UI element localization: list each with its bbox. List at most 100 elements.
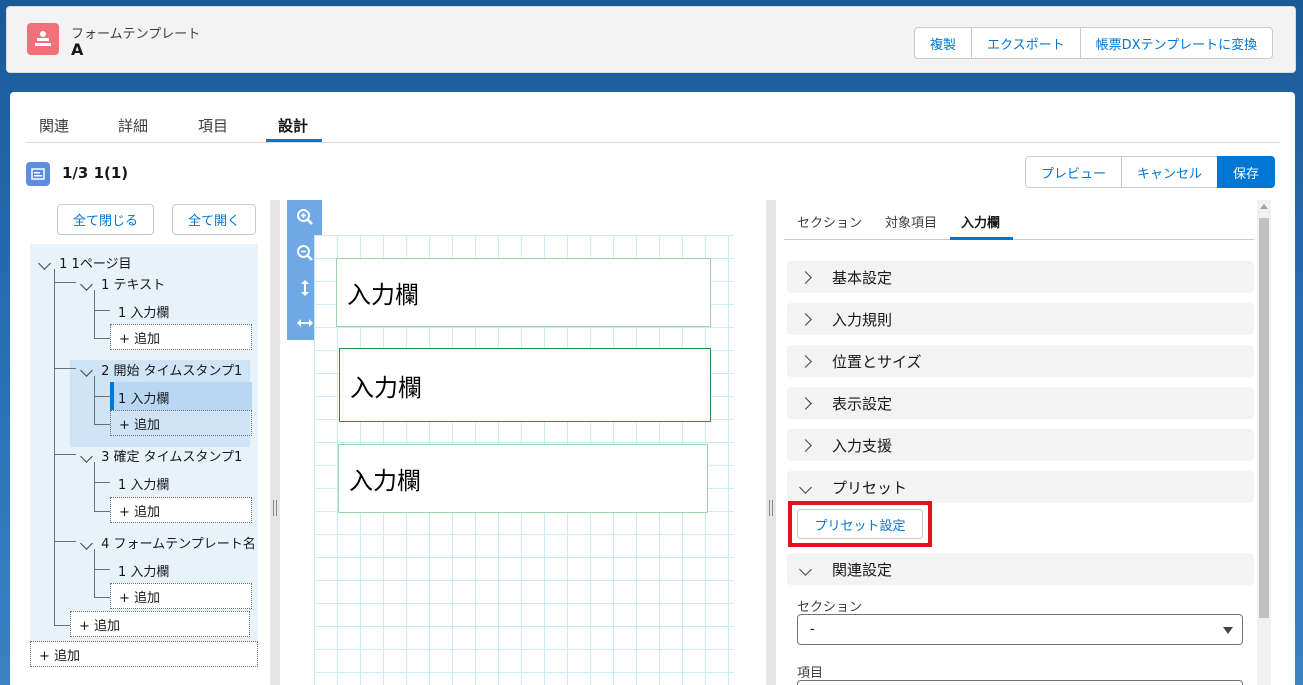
tree-connector xyxy=(54,625,70,626)
section-display-settings[interactable]: 表示設定 xyxy=(787,387,1254,419)
tree-group-node[interactable]: 3 確定 タイムスタンプ1 xyxy=(80,446,242,465)
chevron-down-icon xyxy=(80,537,93,550)
tab-input-field[interactable]: 入力欄 xyxy=(961,212,1000,231)
right-splitter[interactable] xyxy=(766,200,776,685)
scroll-up-icon[interactable] xyxy=(1260,204,1268,209)
record-name: A xyxy=(71,40,84,59)
tree-add-button[interactable]: + 追加 xyxy=(110,497,252,523)
canvas-field[interactable]: 入力欄 xyxy=(336,258,711,327)
record-tabs: 関連 詳細 項目 設計 xyxy=(26,92,1280,143)
chevron-right-icon xyxy=(799,270,812,284)
tree-connector xyxy=(54,282,76,283)
chevron-down-icon xyxy=(799,562,812,576)
preset-settings-button[interactable]: プリセット設定 xyxy=(797,509,923,539)
tab-section[interactable]: セクション xyxy=(797,212,862,231)
tree-connector xyxy=(54,269,55,625)
design-canvas[interactable]: 入力欄 入力欄 入力欄 xyxy=(314,235,734,685)
left-splitter[interactable] xyxy=(270,200,280,685)
tree-connector xyxy=(94,310,110,311)
tree-field-node-selected[interactable]: 1 入力欄 xyxy=(118,388,169,407)
tree-connector xyxy=(94,511,110,512)
tree-add-button[interactable]: + 追加 xyxy=(110,583,252,609)
section-input-assist[interactable]: 入力支援 xyxy=(787,429,1254,461)
canvas-field[interactable]: 入力欄 xyxy=(338,444,708,513)
item-select-label: 項目 xyxy=(797,666,824,681)
active-tab-indicator xyxy=(266,139,322,142)
tab-fields[interactable]: 項目 xyxy=(198,115,228,136)
tree-add-page-button[interactable]: + 追加 xyxy=(30,641,258,667)
tab-detail[interactable]: 詳細 xyxy=(118,115,148,136)
drag-handle-icon xyxy=(769,500,773,516)
record-header: フォームテンプレート A 複製 エクスポート 帳票DXテンプレートに変換 xyxy=(6,6,1296,73)
zoom-out-icon[interactable] xyxy=(296,244,314,262)
expand-all-button[interactable]: 全て開く xyxy=(172,204,257,235)
tree-connector xyxy=(54,541,76,542)
design-title: 1/3 1(1) xyxy=(62,164,129,182)
tree-group-node-selected[interactable]: 2 開始 タイムスタンプ1 xyxy=(80,360,242,379)
cancel-button[interactable]: キャンセル xyxy=(1121,156,1219,188)
tree-connector xyxy=(94,396,110,397)
copy-button[interactable]: 複製 xyxy=(914,27,973,59)
fit-height-icon[interactable] xyxy=(296,279,314,297)
design-actions: プレビュー キャンセル 保存 xyxy=(1025,156,1276,188)
chevron-down-icon xyxy=(799,480,812,494)
tree-connector xyxy=(94,597,110,598)
caret-down-icon xyxy=(1223,627,1233,634)
structure-tree-panel: 全て閉じる 全て開く 1 1ページ目 1 テキスト 1 入力欄 + 追加 2 開… xyxy=(26,200,269,685)
object-label: フォームテンプレート xyxy=(71,27,201,42)
tree-connector xyxy=(94,338,110,339)
scroll-thumb[interactable] xyxy=(1259,218,1269,618)
form-template-icon xyxy=(27,23,59,55)
tree-group-node[interactable]: 4 フォームテンプレート名 xyxy=(80,533,256,552)
tree-connector xyxy=(94,569,110,570)
fit-width-icon[interactable] xyxy=(296,314,314,332)
convert-template-button[interactable]: 帳票DXテンプレートに変換 xyxy=(1079,27,1274,59)
section-select[interactable]: - xyxy=(797,614,1243,645)
tree-connector xyxy=(54,368,76,369)
item-select[interactable] xyxy=(797,680,1243,685)
design-record-icon xyxy=(26,162,50,186)
tree-add-button[interactable]: + 追加 xyxy=(110,410,252,436)
tree-field-node[interactable]: 1 入力欄 xyxy=(118,302,169,321)
chevron-right-icon xyxy=(799,396,812,410)
tree-add-group-button[interactable]: + 追加 xyxy=(70,611,250,637)
section-related-settings[interactable]: 関連設定 xyxy=(787,553,1254,585)
canvas-field-selected[interactable]: 入力欄 xyxy=(339,348,711,422)
chevron-right-icon xyxy=(799,438,812,452)
section-position-size[interactable]: 位置とサイズ xyxy=(787,345,1254,377)
properties-scrollbar[interactable] xyxy=(1257,200,1271,685)
preset-highlight: プリセット設定 xyxy=(788,501,932,547)
chevron-down-icon xyxy=(80,450,93,463)
section-preset[interactable]: プリセット xyxy=(787,471,1254,503)
chevron-down-icon xyxy=(80,278,93,291)
drag-handle-icon xyxy=(273,500,277,516)
tree-connector xyxy=(54,454,76,455)
active-tab-indicator xyxy=(950,237,1013,240)
zoom-in-icon[interactable] xyxy=(296,208,314,226)
tab-design[interactable]: 設計 xyxy=(278,115,308,136)
tree-field-node[interactable]: 1 入力欄 xyxy=(118,474,169,493)
tree-connector xyxy=(94,549,95,597)
export-button[interactable]: エクスポート xyxy=(971,27,1081,59)
chevron-right-icon xyxy=(799,312,812,326)
section-basic-settings[interactable]: 基本設定 xyxy=(787,261,1254,293)
chevron-down-icon xyxy=(80,364,93,377)
section-validation-rules[interactable]: 入力規則 xyxy=(787,303,1254,335)
tab-related[interactable]: 関連 xyxy=(39,115,69,136)
tab-target-field[interactable]: 対象項目 xyxy=(885,212,937,231)
selected-field-indicator xyxy=(110,382,114,410)
tree-add-button[interactable]: + 追加 xyxy=(110,324,252,350)
chevron-down-icon xyxy=(38,257,51,270)
preview-button[interactable]: プレビュー xyxy=(1025,156,1123,188)
section-select-label: セクション xyxy=(797,600,863,615)
save-button[interactable]: 保存 xyxy=(1217,156,1276,188)
tree-field-node[interactable]: 1 入力欄 xyxy=(118,561,169,580)
properties-tabs: セクション 対象項目 入力欄 xyxy=(784,200,1254,240)
tree-connector xyxy=(94,462,95,511)
tree-connector xyxy=(94,482,110,483)
tree-connector xyxy=(94,290,95,338)
collapse-all-button[interactable]: 全て閉じる xyxy=(57,204,155,235)
tree-connector xyxy=(94,424,110,425)
main-card: 関連 詳細 項目 設計 1/3 1(1) プレビュー キャンセル 保存 全て閉じ… xyxy=(10,92,1295,685)
tree-connector xyxy=(94,376,95,424)
